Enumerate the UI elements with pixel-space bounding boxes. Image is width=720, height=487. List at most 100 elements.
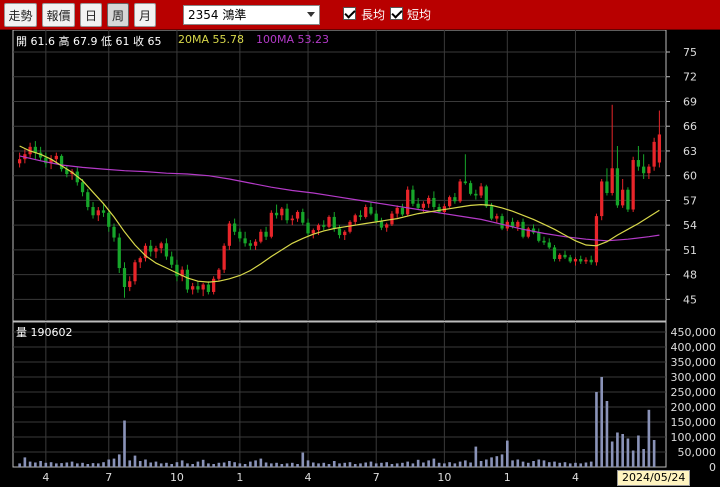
volume-bar xyxy=(647,409,651,467)
volume-bar xyxy=(217,462,221,467)
volume-bar xyxy=(505,440,509,467)
volume-tick-label: 50,000 xyxy=(678,446,717,459)
volume-bar xyxy=(385,462,389,467)
weekly-button[interactable]: 周 xyxy=(107,3,129,27)
candle-down xyxy=(416,203,420,208)
daily-button[interactable]: 日 xyxy=(80,3,102,27)
volume-bar xyxy=(553,461,556,467)
candle-down xyxy=(537,232,541,241)
volume-bar xyxy=(416,459,420,467)
candle-up xyxy=(269,212,273,237)
stock-select-value: 2354 鴻準 xyxy=(188,8,247,22)
candle-down xyxy=(322,225,326,227)
volume-bar xyxy=(511,460,514,467)
candlesticks xyxy=(17,104,662,298)
volume-bar xyxy=(547,462,551,467)
volume-bar xyxy=(610,441,614,467)
volume-bar xyxy=(123,420,126,467)
quote-button[interactable]: 報價 xyxy=(42,3,75,27)
candle-down xyxy=(489,206,494,219)
volume-bar xyxy=(652,440,656,467)
candle-down xyxy=(468,183,473,194)
volume-bar xyxy=(626,438,630,467)
volume-bar xyxy=(537,459,541,467)
candle-up xyxy=(447,197,452,207)
candle-up xyxy=(657,134,662,163)
volume-bar xyxy=(207,463,210,467)
toolbar: 走勢 報價 日 周 月 2354 鴻準 長均 短均 xyxy=(0,0,720,30)
low-value: 低 61 xyxy=(101,35,130,48)
volume-bar xyxy=(144,459,147,467)
candle-down xyxy=(285,208,289,221)
candle-up xyxy=(584,259,588,262)
candle-up xyxy=(17,159,22,164)
high-value: 高 67.9 xyxy=(58,35,98,48)
volume-bar xyxy=(191,464,194,467)
candle-down xyxy=(579,258,583,262)
volume-bar xyxy=(353,464,357,467)
stock-select[interactable]: 2354 鴻準 xyxy=(183,5,320,25)
candle-down xyxy=(337,228,342,236)
candle-up xyxy=(138,258,142,263)
candle-down xyxy=(332,216,336,229)
price-tick-label: 60 xyxy=(683,170,697,183)
candle-up xyxy=(227,223,232,246)
volume-bar xyxy=(28,461,32,467)
volume-bar xyxy=(238,463,242,467)
candle-down xyxy=(248,243,252,246)
candle-up xyxy=(154,248,158,252)
candle-down xyxy=(149,245,153,252)
price-tick-label: 66 xyxy=(683,120,697,133)
candle-up xyxy=(96,210,100,216)
candle-up xyxy=(610,168,614,194)
trend-button[interactable]: 走勢 xyxy=(4,3,37,27)
candle-up xyxy=(621,189,625,206)
volume-bar xyxy=(526,462,530,467)
candle-down xyxy=(117,237,121,269)
volume-bar xyxy=(23,457,27,467)
ohlc-readout: 開 61.6 高 67.9 低 61 收 65 xyxy=(16,33,162,49)
volume-bar xyxy=(55,463,58,467)
volume-bar xyxy=(201,459,205,467)
candle-down xyxy=(636,160,641,167)
candle-down xyxy=(626,189,630,210)
volume-bar xyxy=(605,401,609,467)
volume-bar xyxy=(395,463,399,467)
candle-down xyxy=(605,181,609,194)
monthly-button[interactable]: 月 xyxy=(134,3,156,27)
chart-axes: 7572696663605754514845450,000400,000350,… xyxy=(42,46,716,487)
candle-down xyxy=(379,221,384,228)
candle-up xyxy=(311,230,315,234)
candle-down xyxy=(243,238,247,244)
candle-down xyxy=(432,197,436,208)
volume-bar xyxy=(165,462,168,467)
volume-bar xyxy=(432,458,436,467)
volume-bar xyxy=(500,454,504,467)
candle-up xyxy=(516,221,520,227)
candle-down xyxy=(463,181,467,184)
volume-bar xyxy=(589,461,593,467)
candle-down xyxy=(542,240,546,243)
candle-down xyxy=(369,207,373,214)
short-ma-checkbox[interactable] xyxy=(390,7,403,20)
volume-bar xyxy=(595,392,598,467)
volume-bar xyxy=(107,459,111,467)
candle-up xyxy=(280,208,284,216)
weekly-kline-chart: 7572696663605754514845450,000400,000350,… xyxy=(12,30,716,487)
candle-up xyxy=(427,197,431,204)
candle-up xyxy=(631,160,635,210)
candle-up xyxy=(290,218,294,221)
volume-bar xyxy=(154,461,158,467)
candle-down xyxy=(164,243,169,257)
volume-bar xyxy=(275,462,278,467)
long-ma-checkbox[interactable] xyxy=(343,7,356,20)
volume-bar xyxy=(102,462,105,467)
candle-up xyxy=(458,181,462,202)
candle-down xyxy=(374,213,378,222)
candle-down xyxy=(206,284,211,292)
volume-bar xyxy=(128,460,132,467)
volume-bar xyxy=(558,462,562,467)
chevron-down-icon xyxy=(307,12,315,17)
volume-bar xyxy=(364,462,368,467)
candle-up xyxy=(395,207,399,214)
